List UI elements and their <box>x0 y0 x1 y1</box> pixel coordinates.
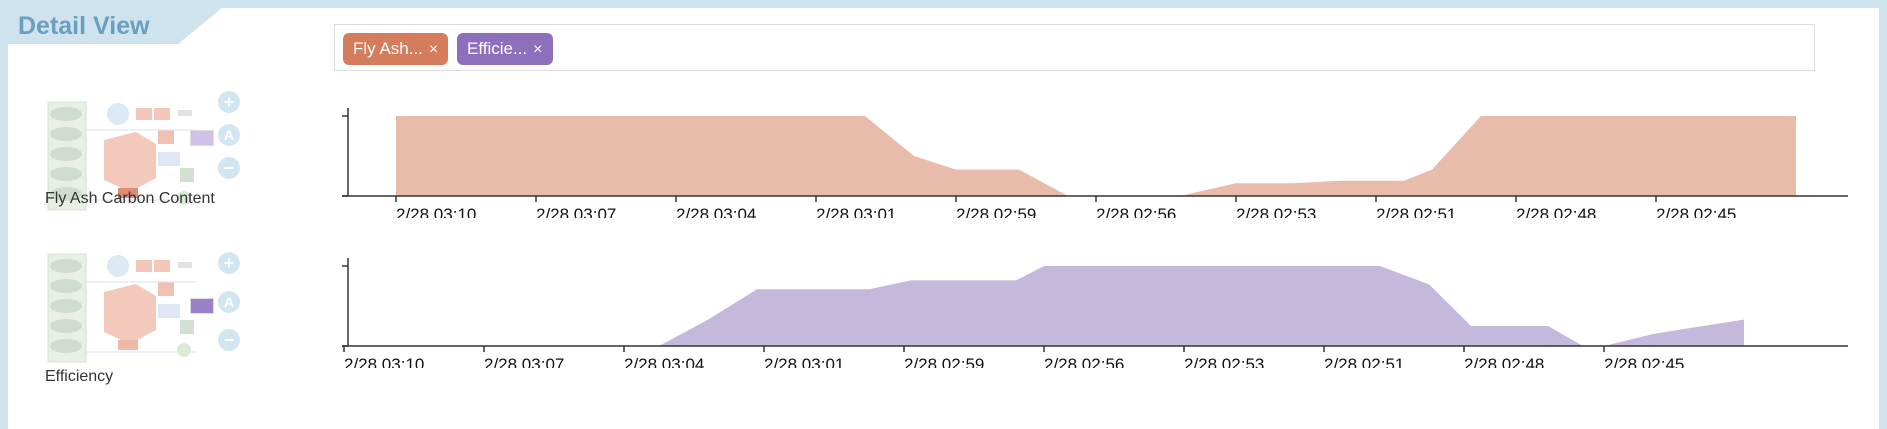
x-tick-label: 2/28 03:07 <box>536 205 616 218</box>
x-tick-label: 2/28 03:04 <box>624 355 704 368</box>
x-tick-label: 2/28 03:01 <box>816 205 896 218</box>
x-tick-label: 2/28 02:53 <box>1236 205 1316 218</box>
auto-scale-button[interactable]: A <box>218 124 240 146</box>
series-color-swatch[interactable] <box>190 298 214 314</box>
tag-label: Efficie... <box>467 39 528 58</box>
zoom-out-button[interactable]: − <box>218 329 240 351</box>
x-tick-label: 2/28 03:04 <box>676 205 756 218</box>
tag-fly-ash[interactable]: Fly Ash... × <box>343 33 449 65</box>
x-tick-label: 2/28 03:01 <box>764 355 844 368</box>
area-series <box>396 116 1796 196</box>
plant-diagram-thumbnail <box>46 252 196 364</box>
row-label-fly-ash: Fly Ash Carbon Content <box>45 190 215 207</box>
x-tick-label: 2/28 02:48 <box>1516 205 1596 218</box>
close-icon[interactable]: × <box>429 41 438 58</box>
x-tick-label: 2/28 03:07 <box>484 355 564 368</box>
x-tick-label: 2/28 02:51 <box>1376 205 1456 218</box>
x-tick-label: 2/28 02:59 <box>904 355 984 368</box>
x-tick-label: 2/28 02:59 <box>956 205 1036 218</box>
zoom-in-button[interactable]: + <box>218 252 240 274</box>
x-tick-label: 2/28 02:45 <box>1604 355 1684 368</box>
x-tick-label: 2/28 02:56 <box>1044 355 1124 368</box>
variable-tag-bar[interactable]: Fly Ash... × Efficie... × <box>334 24 1815 71</box>
x-tick-label: 2/28 02:51 <box>1324 355 1404 368</box>
close-icon[interactable]: × <box>533 41 542 58</box>
x-tick-label: 2/28 03:10 <box>396 205 476 218</box>
tag-efficiency[interactable]: Efficie... × <box>457 33 553 65</box>
x-tick-label: 2/28 02:48 <box>1464 355 1544 368</box>
area-series <box>344 266 1744 346</box>
series-color-swatch[interactable] <box>190 130 214 146</box>
detail-view-panel: Detail View Fly Ash... × Efficie... × + A … <box>8 8 1879 429</box>
zoom-out-button[interactable]: − <box>218 157 240 179</box>
x-tick-label: 2/28 02:56 <box>1096 205 1176 218</box>
x-tick-label: 2/28 03:10 <box>344 355 424 368</box>
row-label-efficiency: Efficiency <box>45 368 114 385</box>
auto-scale-button[interactable]: A <box>218 291 240 313</box>
panel-title: Detail View <box>18 12 150 40</box>
fly-ash-area-chart[interactable]: 102/28 03:102/28 03:072/28 03:042/28 03:… <box>338 100 1850 218</box>
x-tick-label: 2/28 02:53 <box>1184 355 1264 368</box>
x-tick-label: 2/28 02:45 <box>1656 205 1736 218</box>
panel-title-tab: Detail View <box>8 8 222 52</box>
zoom-in-button[interactable]: + <box>218 91 240 113</box>
efficiency-area-chart[interactable]: 92912/28 03:102/28 03:072/28 03:042/28 0… <box>338 250 1850 368</box>
tag-label: Fly Ash... <box>353 39 423 58</box>
